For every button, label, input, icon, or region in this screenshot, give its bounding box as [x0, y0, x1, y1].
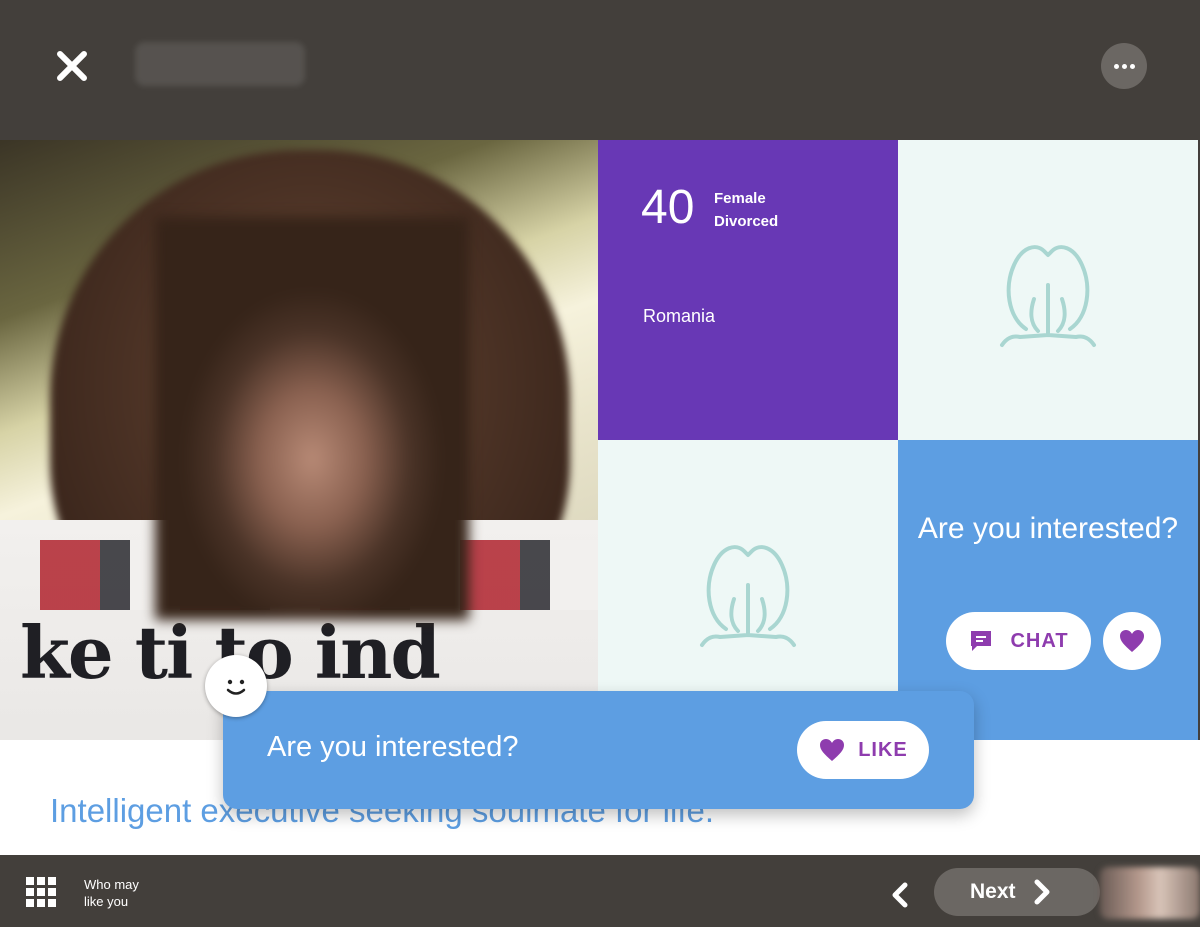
female-silhouette-icon — [1000, 245, 1096, 347]
close-button[interactable] — [52, 46, 92, 86]
blurred-face — [155, 217, 469, 620]
next-button[interactable]: Next — [934, 868, 1100, 916]
chat-button[interactable]: CHAT — [946, 612, 1091, 670]
top-bar — [0, 0, 1200, 140]
interest-popup: Are you interested? LIKE — [223, 691, 974, 809]
chevron-right-icon — [1034, 879, 1050, 905]
smiley-icon — [226, 679, 246, 695]
profile-photo[interactable]: ke ti to ind — [0, 140, 598, 740]
heart-button[interactable] — [1103, 612, 1161, 670]
heart-icon — [820, 739, 845, 761]
chevron-left-icon — [892, 882, 908, 908]
next-label: Next — [970, 880, 1016, 903]
chat-label: CHAT — [1010, 629, 1069, 652]
heart-icon — [1120, 630, 1144, 652]
close-icon — [57, 51, 87, 81]
female-silhouette-icon — [700, 545, 796, 647]
chat-bubble-icon — [971, 631, 992, 651]
marital-status: Divorced — [714, 213, 779, 230]
profile-name — [135, 42, 305, 86]
photo-placeholder-tile — [898, 140, 1198, 440]
like-label: LIKE — [858, 738, 908, 761]
more-dots-icon — [1113, 63, 1119, 69]
smiley-avatar — [205, 655, 267, 717]
grid-icon[interactable] — [26, 877, 56, 907]
gender: Female — [714, 190, 766, 207]
profile-info-tile: 40 Female Divorced Romania — [598, 140, 898, 440]
like-button[interactable]: LIKE — [797, 721, 929, 779]
more-options-button[interactable] — [1101, 43, 1147, 89]
interest-title: Are you interested? — [917, 512, 1179, 545]
country: Romania — [643, 306, 716, 326]
previous-button[interactable] — [884, 877, 916, 913]
popup-question: Are you interested? — [267, 731, 519, 763]
next-profile-thumbnail[interactable] — [1100, 867, 1200, 919]
age: 40 — [641, 181, 695, 234]
who-may-like-you-link[interactable]: Who may like you — [84, 876, 174, 910]
bottom-bar: Who may like you Next — [0, 855, 1200, 927]
